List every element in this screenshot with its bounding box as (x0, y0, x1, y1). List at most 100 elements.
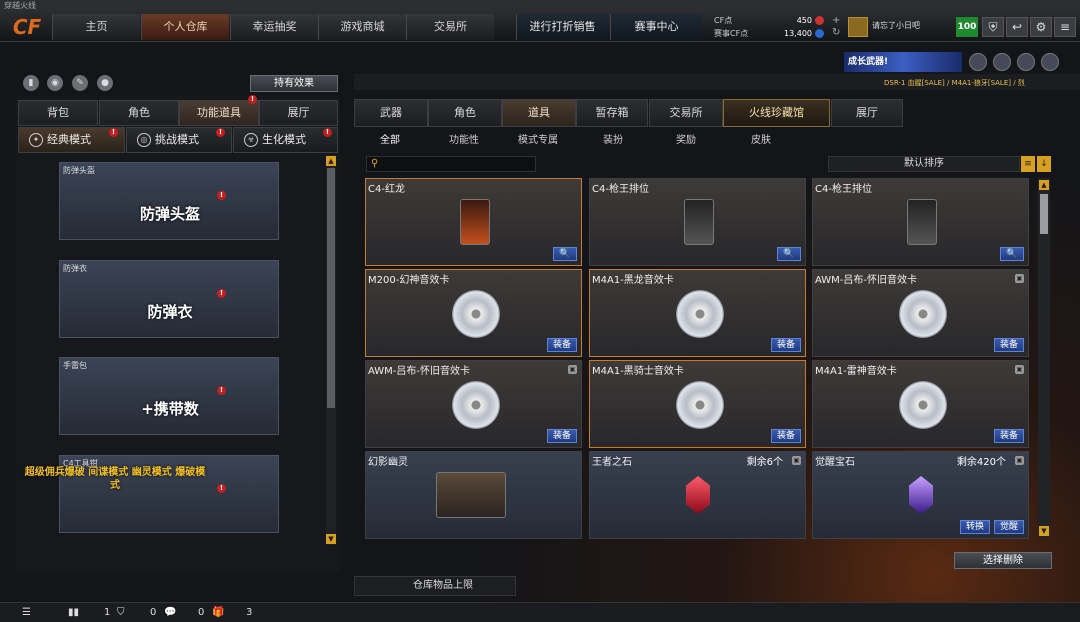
right-tab-3[interactable]: 暂存箱 (576, 99, 648, 127)
badge-icon-2[interactable] (993, 53, 1011, 71)
item-name: AWM-吕布-怀旧音效卡 (368, 366, 471, 377)
gift-icon[interactable]: 🎁 (212, 607, 224, 618)
badge-icon-3[interactable] (1017, 53, 1035, 71)
inventory-item-card[interactable]: M200-幻神音效卡装备 (365, 269, 582, 357)
nav-tab-4[interactable]: 交易所 (406, 14, 494, 40)
right-scroll-thumb[interactable] (1040, 194, 1048, 234)
inventory-item-card[interactable]: 幻影幽灵 (365, 451, 582, 539)
right-tab-5[interactable]: 火线珍藏馆 (723, 99, 830, 127)
filter-tab-3[interactable]: 装扮 (603, 131, 623, 146)
inventory-item-card[interactable]: AWM-吕布-怀旧音效卡 ▣ 装备 (812, 269, 1029, 357)
right-tab-1[interactable]: 角色 (428, 99, 502, 127)
inventory-item-card[interactable]: M4A1-黑龙音效卡装备 (589, 269, 806, 357)
gear-icon[interactable]: ⚙ (1030, 17, 1052, 37)
filter-tab-1[interactable]: 功能性 (449, 131, 479, 146)
scroll-up-arrow[interactable]: ▲ (326, 156, 336, 166)
menu-icon[interactable]: ≡ (1054, 17, 1076, 37)
inventory-item-card[interactable]: M4A1-黑骑士音效卡 装备 (589, 360, 806, 448)
red-gem-icon (686, 476, 710, 514)
left-tab-1[interactable]: 角色 (99, 100, 179, 126)
stats-icon[interactable]: ▮ (23, 75, 39, 91)
inventory-item-card[interactable]: C4-红龙 🔍 (365, 178, 582, 266)
right-tab-4[interactable]: 交易所 (649, 99, 723, 127)
filter-tab-2[interactable]: 模式专属 (518, 131, 558, 146)
badge-icon-4[interactable] (1041, 53, 1059, 71)
search-input[interactable]: ⚲ (366, 156, 536, 172)
item-name: C4-枪王排位 (815, 184, 872, 195)
refresh-icon[interactable]: ↻ (832, 28, 842, 38)
preview-button[interactable]: 🔍 (777, 247, 801, 261)
item-action-button[interactable]: 装备 (547, 338, 577, 352)
left-tab-0[interactable]: 背包 (18, 100, 98, 126)
mode-label-0: 经典模式 (47, 133, 91, 146)
card-label: 防弹衣 (63, 264, 87, 273)
music-disc-icon (899, 290, 947, 338)
item-name: M4A1-黑龙音效卡 (592, 275, 674, 286)
cf-logo[interactable]: CF (6, 14, 48, 40)
badge-icon-1[interactable] (969, 53, 987, 71)
left-tab-2[interactable]: 功能道具 (179, 100, 259, 126)
music-disc-icon (452, 381, 500, 429)
hold-effect-button[interactable]: 持有效果 (250, 75, 338, 92)
filter-tab-4[interactable]: 奖励 (676, 131, 696, 146)
avatar[interactable] (848, 17, 868, 37)
item-name: M200-幻神音效卡 (368, 275, 450, 286)
inventory-item-card[interactable]: AWM-吕布-怀旧音效卡 ▣ 装备 (365, 360, 582, 448)
grid-scroll-up[interactable]: ▲ (1039, 180, 1049, 190)
mode-icon-2: ☣ (244, 133, 258, 147)
grid-scroll-down[interactable]: ▼ (1039, 526, 1049, 536)
inventory-item-card[interactable]: 觉醒宝石 剩余420个 ▣ 觉醒 转换 (812, 451, 1029, 539)
right-tab-0[interactable]: 武器 (354, 99, 428, 127)
capacity-bar[interactable]: 仓库物品上限 (354, 576, 516, 596)
menu-list-icon[interactable]: ☰ (22, 607, 31, 618)
nav-tab-3[interactable]: 游戏商城 (318, 14, 406, 40)
item-action-button[interactable]: 装备 (994, 338, 1024, 352)
rotate-icon[interactable]: ◉ (47, 75, 63, 91)
right-tab-6[interactable]: 展厅 (831, 99, 903, 127)
nav-tab-1[interactable]: 个人仓库 (141, 14, 229, 40)
sort-arrow-icon[interactable]: ↓ (1037, 156, 1051, 172)
card-title: 超级佣兵爆破 间谍模式 幽灵模式 爆破模式 (24, 467, 206, 491)
bag-icon[interactable]: ● (97, 75, 113, 91)
scroll-down-arrow[interactable]: ▼ (326, 534, 336, 544)
left-scroll-thumb[interactable] (327, 168, 335, 408)
nav-tab-0[interactable]: 主页 (52, 14, 140, 40)
filter-tab-5[interactable]: 皮肤 (751, 131, 771, 146)
preview-button[interactable]: 🔍 (1000, 247, 1024, 261)
item-action-button[interactable]: 装备 (771, 338, 801, 352)
sale-ticker[interactable]: DSR-1 血腥[SALE] / M4A1-狼牙[SALE] / 烈 (884, 78, 1025, 88)
chat-icon[interactable]: 💬 (164, 607, 176, 618)
item-category-card-3[interactable]: C4工具钳 超级佣兵爆破 间谍模式 幽灵模式 爆破模式! (25, 455, 279, 533)
nav-tab-2[interactable]: 幸运抽奖 (230, 14, 318, 40)
shield-icon[interactable]: ⛨ (982, 17, 1004, 37)
exit-icon[interactable]: ↩ (1006, 17, 1028, 37)
item-category-card-1[interactable]: 防弹衣 防弹衣! (59, 260, 279, 338)
sort-select[interactable]: 默认排序 (828, 156, 1020, 172)
item-action-button[interactable]: 觉醒 (994, 520, 1024, 534)
item-action-button[interactable]: 装备 (771, 429, 801, 443)
inventory-item-card[interactable]: C4-枪王排位 🔍 (589, 178, 806, 266)
right-tab-2[interactable]: 道具 (502, 99, 576, 127)
card-alert-badge: ! (217, 289, 226, 298)
inventory-item-card[interactable]: M4A1-雷神音效卡 ▣ 装备 (812, 360, 1029, 448)
team-icon[interactable]: ▮▮ (68, 607, 79, 618)
inventory-item-card[interactable]: 王者之石 剩余6个 ▣ (589, 451, 806, 539)
item-action-button[interactable]: 装备 (994, 429, 1024, 443)
preview-button[interactable]: 🔍 (553, 247, 577, 261)
function-tab-alert-badge: ! (248, 95, 257, 104)
select-delete-button[interactable]: 选择删除 (954, 552, 1052, 569)
item-convert-button[interactable]: 转换 (960, 520, 990, 534)
list-icon[interactable]: ≡ (1021, 156, 1035, 172)
fix-icon[interactable]: ✎ (72, 75, 88, 91)
shield-small-icon[interactable]: ⛉ (117, 607, 125, 618)
nav-tab-5[interactable]: 进行打折销售 (516, 14, 608, 40)
nav-tab-6[interactable]: 赛事中心 (610, 14, 702, 40)
item-category-card-0[interactable]: 防弹头盔 防弹头盔! (59, 162, 279, 240)
add-currency-icon[interactable]: + (832, 16, 842, 26)
left-tab-3[interactable]: 展厅 (259, 100, 338, 126)
filter-tab-0[interactable]: 全部 (380, 131, 400, 146)
item-action-button[interactable]: 装备 (547, 429, 577, 443)
item-category-card-2[interactable]: 手雷包 +携带数! (59, 357, 279, 435)
promo-banner[interactable]: 成长武器! (844, 52, 962, 72)
inventory-item-card[interactable]: C4-枪王排位 🔍 (812, 178, 1029, 266)
